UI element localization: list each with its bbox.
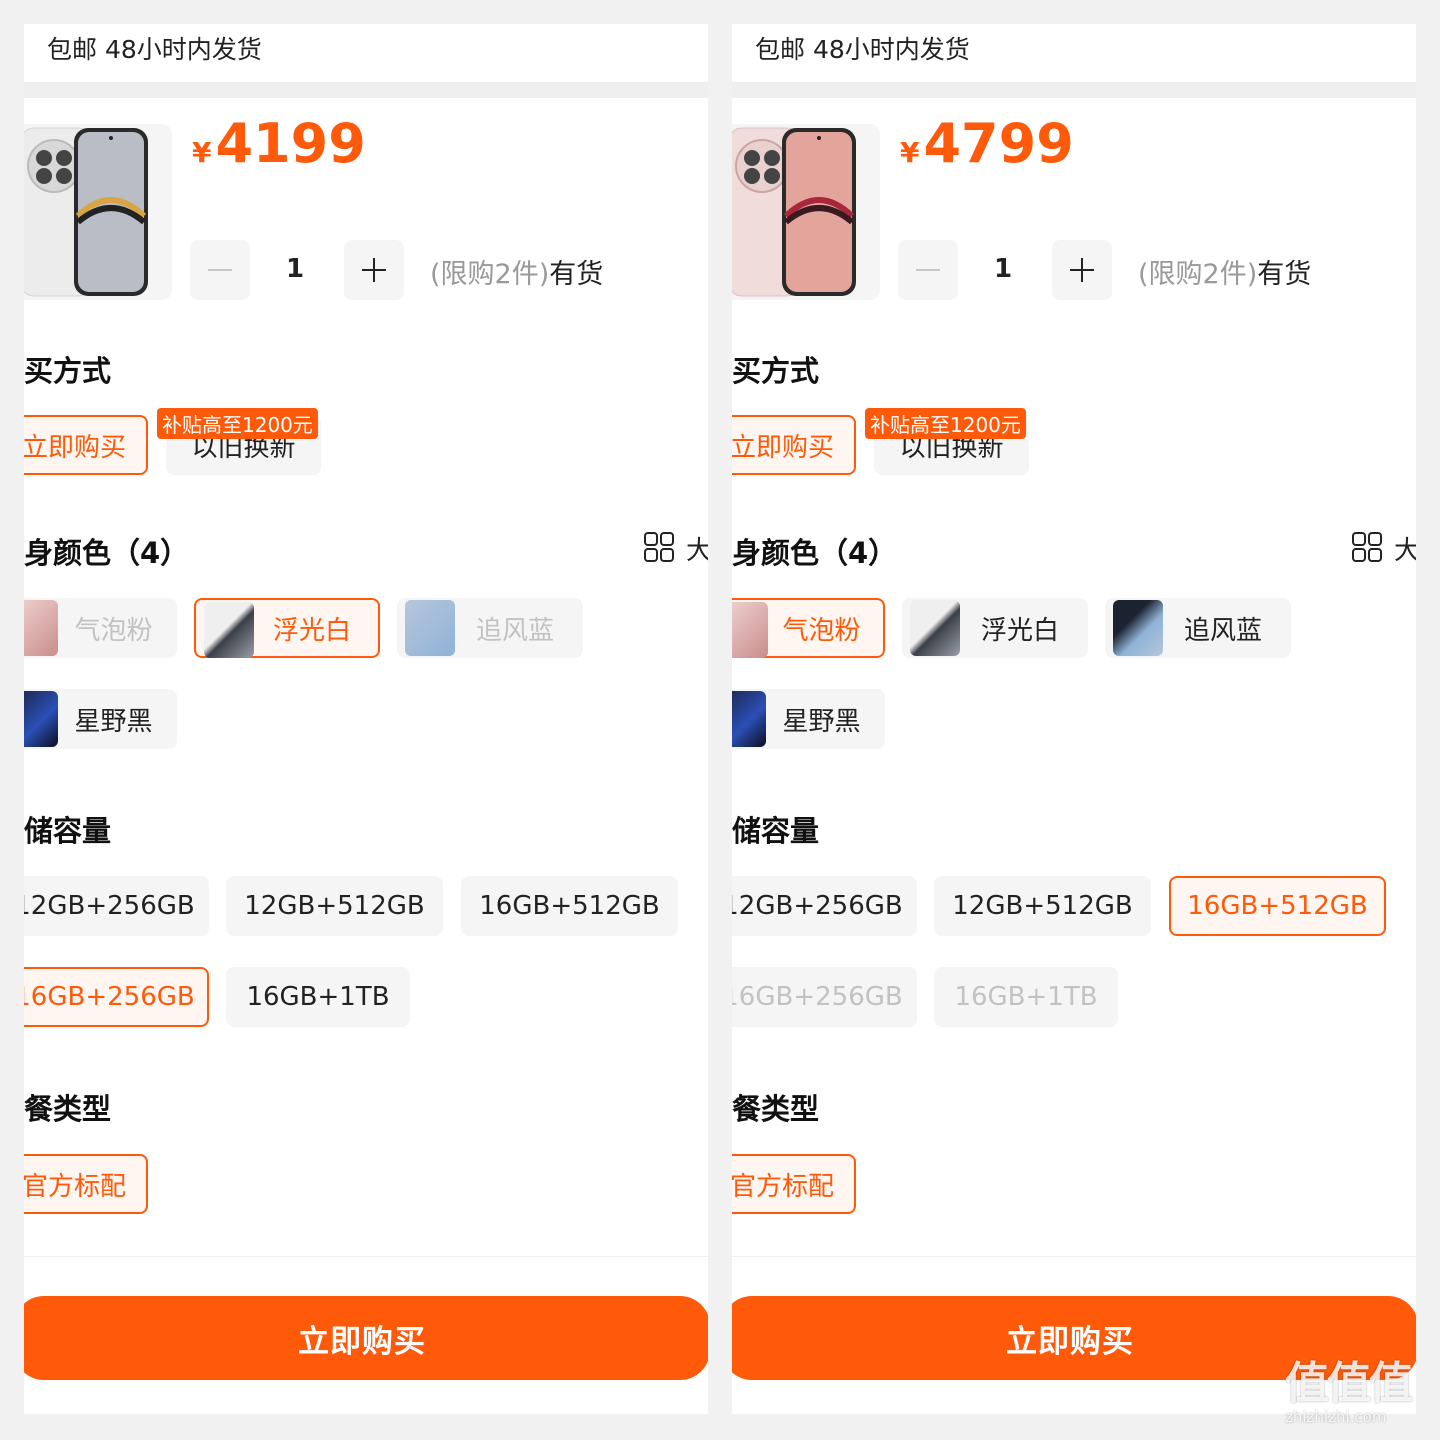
- color-option-label: 气泡粉: [782, 615, 861, 646]
- package-option[interactable]: 官方标配: [24, 1154, 148, 1214]
- package-section-title: 餐类型: [732, 1092, 820, 1126]
- section-divider-band: [732, 82, 1416, 98]
- watermark-url: zhizhizhi.com: [1285, 1408, 1387, 1426]
- minus-icon: [916, 269, 940, 271]
- color-option-blue[interactable]: 追风蓝: [1105, 598, 1291, 658]
- storage-option[interactable]: 16GB+1TB: [226, 967, 410, 1027]
- purchase-option-buy-now[interactable]: 立即购买: [732, 415, 856, 475]
- color-option-black[interactable]: 星野黑: [732, 689, 885, 749]
- storage-option[interactable]: 12GB+256GB: [732, 876, 917, 936]
- phone-thumbnail-icon: [732, 127, 856, 297]
- phone-thumbnail-icon: [405, 600, 455, 656]
- color-section-title: 身颜色（4）: [732, 536, 898, 570]
- color-option-white[interactable]: 浮光白: [902, 598, 1088, 658]
- quantity-decrease-button[interactable]: [190, 240, 250, 300]
- phone-thumbnail-icon: [910, 600, 960, 656]
- section-divider-band: [24, 82, 708, 98]
- storage-option-disabled[interactable]: 16GB+1TB: [934, 967, 1118, 1027]
- package-option[interactable]: 官方标配: [732, 1154, 856, 1214]
- storage-option[interactable]: 12GB+512GB: [226, 876, 443, 936]
- color-option-label: 气泡粉: [74, 615, 153, 646]
- buy-now-button[interactable]: 立即购买: [24, 1296, 708, 1380]
- color-option-label: 追风蓝: [1183, 615, 1262, 646]
- phone-thumbnail-icon: [732, 691, 766, 747]
- quantity-value: 1: [993, 254, 1013, 284]
- storage-section-title: 储容量: [24, 814, 112, 848]
- plus-icon: [1070, 258, 1094, 282]
- color-option-label: 星野黑: [782, 706, 861, 737]
- purchase-method-title: 买方式: [24, 354, 112, 388]
- storage-option-selected[interactable]: 16GB+512GB: [1169, 876, 1386, 936]
- storage-option-selected[interactable]: 16GB+256GB: [24, 967, 209, 1027]
- price: ¥4799: [900, 112, 1074, 175]
- shipping-info: 包邮 48小时内发货: [47, 35, 262, 64]
- quantity-increase-button[interactable]: [344, 240, 404, 300]
- color-option-white[interactable]: 浮光白: [194, 598, 380, 658]
- purchase-option-buy-now[interactable]: 立即购买: [24, 415, 148, 475]
- storage-option[interactable]: 12GB+256GB: [24, 876, 209, 936]
- color-option-label: 浮光白: [272, 615, 351, 646]
- price-amount: 4799: [923, 112, 1074, 175]
- product-sku-panel-left: 包邮 48小时内发货 ¥4199 1 (限购2件)有货 买方式 立即购买 以旧换…: [24, 24, 708, 1414]
- color-option-label: 浮光白: [980, 615, 1059, 646]
- storage-section-title: 储容量: [732, 814, 820, 848]
- shipping-info: 包邮 48小时内发货: [755, 35, 970, 64]
- color-option-label: 星野黑: [74, 706, 153, 737]
- availability: 有货: [549, 259, 604, 290]
- stock-status: (限购2件)有货: [1138, 252, 1311, 291]
- site-watermark: 值值值 zhizhizhi.com: [1285, 1360, 1435, 1435]
- storage-option[interactable]: 12GB+512GB: [934, 876, 1151, 936]
- package-section-title: 餐类型: [24, 1092, 112, 1126]
- price-currency: ¥: [192, 136, 212, 169]
- grid-view-icon[interactable]: [644, 532, 674, 566]
- price-currency: ¥: [900, 136, 920, 169]
- view-size-label[interactable]: 大: [686, 530, 708, 567]
- phone-thumbnail-icon: [732, 602, 768, 658]
- footer-divider: [732, 1256, 1416, 1257]
- product-sku-panel-right: 包邮 48小时内发货 ¥4799 1 (限购2件)有货 买方式 立即购买 以旧换…: [732, 24, 1416, 1414]
- watermark-logo-text: 值值值: [1285, 1358, 1413, 1409]
- minus-icon: [208, 269, 232, 271]
- availability: 有货: [1257, 259, 1312, 290]
- footer-divider: [24, 1256, 708, 1257]
- storage-option[interactable]: 16GB+512GB: [461, 876, 678, 936]
- grid-view-icon[interactable]: [1352, 532, 1382, 566]
- phone-thumbnail-icon: [24, 691, 58, 747]
- color-option-pink[interactable]: 气泡粉: [732, 598, 885, 658]
- view-size-label[interactable]: 大: [1394, 530, 1416, 567]
- quantity-decrease-button[interactable]: [898, 240, 958, 300]
- quantity-increase-button[interactable]: [1052, 240, 1112, 300]
- quantity-value: 1: [285, 254, 305, 284]
- phone-thumbnail-icon: [24, 600, 58, 656]
- color-option-black[interactable]: 星野黑: [24, 689, 177, 749]
- product-image[interactable]: [24, 124, 172, 300]
- purchase-method-title: 买方式: [732, 354, 820, 388]
- price-amount: 4199: [215, 112, 366, 175]
- product-image[interactable]: [732, 124, 880, 300]
- phone-thumbnail-icon: [24, 127, 148, 297]
- subsidy-badge: 补贴高至1200元: [865, 408, 1026, 439]
- phone-thumbnail-icon: [204, 602, 254, 658]
- purchase-limit: (限购2件): [430, 259, 550, 290]
- subsidy-badge: 补贴高至1200元: [157, 408, 318, 439]
- color-option-blue[interactable]: 追风蓝: [397, 598, 583, 658]
- storage-option-disabled[interactable]: 16GB+256GB: [732, 967, 917, 1027]
- color-option-pink[interactable]: 气泡粉: [24, 598, 177, 658]
- color-section-title: 身颜色（4）: [24, 536, 190, 570]
- plus-icon: [362, 258, 386, 282]
- stock-status: (限购2件)有货: [430, 252, 603, 291]
- color-option-label: 追风蓝: [475, 615, 554, 646]
- purchase-limit: (限购2件): [1138, 259, 1258, 290]
- phone-thumbnail-icon: [1113, 600, 1163, 656]
- price: ¥4199: [192, 112, 366, 175]
